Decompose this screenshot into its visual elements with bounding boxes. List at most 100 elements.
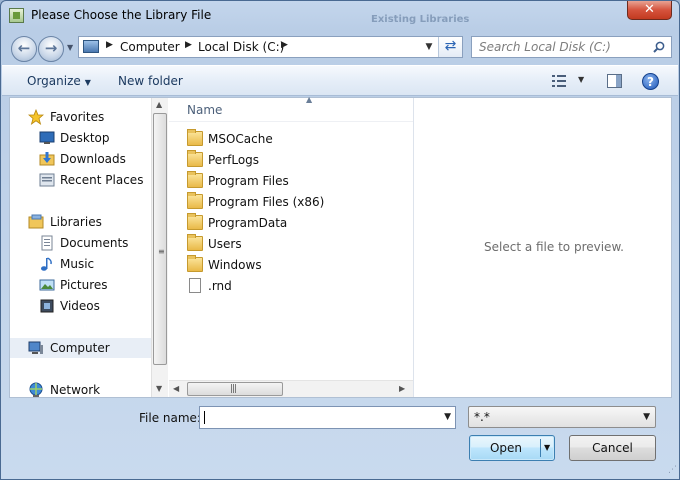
file-row[interactable]: Program Files (x86) (187, 192, 407, 213)
preview-message: Select a file to preview. (484, 240, 624, 254)
new-folder-button[interactable]: New folder (118, 74, 183, 88)
nav-item-label: Libraries (50, 215, 102, 229)
file-name: Users (208, 237, 242, 251)
text-cursor (204, 411, 205, 424)
documents-icon (41, 235, 53, 251)
videos-icon (40, 299, 54, 313)
back-button[interactable]: ← (11, 36, 37, 62)
file-row[interactable]: Users (187, 234, 407, 255)
search-input[interactable]: Search Local Disk (C:) (471, 36, 672, 58)
app-icon (9, 8, 24, 23)
browser-content: Favorites Desktop Downloads Recent Place… (9, 95, 672, 398)
nav-item-label: Videos (60, 299, 100, 313)
breadcrumb-separator-icon[interactable]: ▶ (281, 40, 288, 50)
file-row[interactable]: .rnd (187, 276, 407, 297)
scroll-up-arrow-icon[interactable]: ▲ (156, 100, 162, 109)
navigation-pane-scrollbar[interactable]: ▲ ≡ ▼ (151, 98, 168, 397)
chevron-down-icon: ▼ (643, 412, 650, 422)
scrollbar-grip-icon: ||| (230, 384, 237, 394)
recent-pages-dropdown-icon[interactable]: ▼ (67, 43, 73, 52)
computer-location-icon (83, 40, 99, 53)
file-row[interactable]: Windows (187, 255, 407, 276)
scroll-down-arrow-icon[interactable]: ▼ (156, 384, 162, 393)
window-title: Please Choose the Library File (31, 8, 212, 22)
breadcrumb-separator-icon[interactable]: ▶ (185, 40, 192, 50)
file-name-input[interactable]: ▼ (199, 406, 456, 429)
breadcrumb-computer[interactable]: Computer (120, 40, 180, 54)
forward-button[interactable]: → (38, 36, 64, 62)
file-dialog-window: Please Choose the Library File Existing … (0, 0, 680, 480)
file-name-label: File name: (139, 411, 201, 425)
folder-icon (187, 192, 203, 209)
nav-item-network[interactable]: Network (10, 380, 151, 397)
resize-grip-icon[interactable]: ⋰ (668, 465, 677, 475)
forward-arrow-icon: → (44, 39, 58, 57)
nav-item-downloads[interactable]: Downloads (10, 149, 151, 169)
organize-label: Organize (27, 74, 81, 88)
title-bar[interactable]: Please Choose the Library File Existing … (1, 1, 679, 31)
nav-item-desktop[interactable]: Desktop (10, 128, 151, 148)
nav-item-pictures[interactable]: Pictures (10, 275, 151, 295)
folder-icon (187, 234, 203, 251)
organize-button[interactable]: Organize ▼ (27, 74, 91, 88)
sort-ascending-icon: ▲ (306, 95, 313, 104)
nav-item-favorites[interactable]: Favorites (10, 107, 151, 127)
help-icon[interactable]: ? (642, 73, 659, 90)
scrollbar-thumb[interactable]: ≡ (153, 113, 167, 365)
file-name: Program Files (x86) (208, 195, 325, 209)
refresh-button[interactable]: ⇄ (438, 37, 462, 57)
close-button[interactable]: ✕ (627, 1, 672, 20)
file-row[interactable]: ProgramData (187, 213, 407, 234)
refresh-icon: ⇄ (444, 38, 457, 54)
nav-item-label: Favorites (50, 110, 105, 124)
scroll-left-arrow-icon[interactable]: ◀ (173, 384, 179, 393)
nav-item-libraries[interactable]: Libraries (10, 212, 151, 232)
file-list-pane: Name ▲ MSOCache PerfLogs Program Files P… (169, 95, 413, 397)
scrollbar-thumb[interactable]: ||| (187, 382, 283, 396)
cancel-button[interactable]: Cancel (569, 435, 656, 461)
chevron-down-icon: ▼ (84, 78, 91, 87)
nav-item-label: Recent Places (60, 173, 144, 187)
nav-item-videos[interactable]: Videos (10, 296, 151, 316)
open-options-dropdown-icon[interactable]: ▼ (544, 443, 550, 452)
file-name-dropdown-icon[interactable]: ▼ (444, 412, 451, 422)
view-options-icon[interactable] (552, 75, 566, 87)
view-dropdown-icon[interactable]: ▼ (578, 75, 584, 84)
nav-item-computer[interactable]: Computer (10, 338, 151, 358)
folder-icon (187, 255, 203, 272)
file-list-horizontal-scrollbar[interactable]: ◀ ||| ▶ (169, 380, 413, 397)
computer-icon (28, 341, 43, 354)
nav-item-label: Pictures (60, 278, 108, 292)
scroll-right-arrow-icon[interactable]: ▶ (399, 384, 405, 393)
breadcrumb-local-disk[interactable]: Local Disk (C:) (198, 40, 284, 54)
address-bar[interactable]: ▶ Computer ▶ Local Disk (C:) ▶ ▼ ⇄ (78, 36, 463, 58)
command-toolbar: Organize ▼ New folder ▼ ? (2, 65, 678, 96)
nav-item-label: Documents (60, 236, 129, 250)
file-type-select[interactable]: *.* ▼ (468, 406, 656, 428)
file-icon (189, 278, 201, 293)
folder-icon (187, 171, 203, 188)
file-row[interactable]: Program Files (187, 171, 407, 192)
folder-icon (187, 129, 203, 146)
nav-item-recent-places[interactable]: Recent Places (10, 170, 151, 190)
nav-item-label: Network (50, 383, 101, 397)
file-name: ProgramData (208, 216, 288, 230)
file-row[interactable]: MSOCache (187, 129, 407, 150)
scrollbar-grip-icon: ≡ (158, 247, 165, 256)
address-dropdown-icon[interactable]: ▼ (422, 37, 436, 57)
preview-pane-toggle-icon[interactable] (607, 74, 622, 88)
desktop-icon (39, 131, 55, 144)
preview-pane: Select a file to preview. (413, 98, 671, 397)
downloads-icon (39, 152, 55, 166)
search-icon[interactable] (653, 41, 665, 53)
nav-item-documents[interactable]: Documents (10, 233, 151, 253)
nav-item-music[interactable]: Music (10, 254, 151, 274)
background-window-title: Existing Libraries (371, 14, 470, 25)
column-header-name[interactable]: Name ▲ (169, 95, 413, 122)
file-row[interactable]: PerfLogs (187, 150, 407, 171)
star-icon (28, 109, 44, 125)
folder-icon (187, 213, 203, 230)
open-button[interactable]: Open ▼ (469, 435, 555, 461)
nav-item-label: Desktop (60, 131, 110, 145)
breadcrumb-separator-icon[interactable]: ▶ (106, 40, 113, 50)
